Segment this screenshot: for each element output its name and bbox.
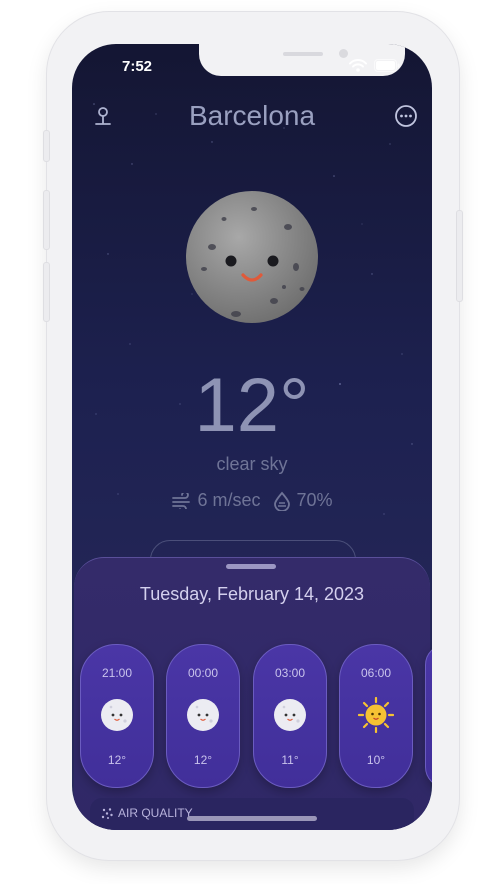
app-screen: 7:52 Barcelona 12° clear sky 6 m/sec 70%…	[72, 44, 432, 830]
hour-card[interactable]: 06:00 10°	[339, 644, 413, 788]
current-temperature: 12°	[194, 363, 310, 448]
wifi-icon	[349, 59, 367, 72]
forecast-date: Tuesday, February 14, 2023	[139, 584, 365, 604]
wind-icon	[172, 492, 191, 509]
mute-switch	[43, 130, 50, 162]
hour-time: 00:00	[187, 666, 219, 680]
hour-card[interactable]: 00:00 12°	[166, 644, 240, 788]
hour-temperature: 12°	[193, 753, 213, 767]
hour-card[interactable]: 03:00 11°	[253, 644, 327, 788]
moon-face-icon	[274, 699, 306, 731]
moon-face-icon	[101, 699, 133, 731]
status-time: 7:52	[122, 58, 153, 75]
humidity-value: 70%	[296, 490, 333, 510]
volume-down-button	[43, 262, 50, 322]
speaker-grille	[283, 52, 323, 56]
power-button	[456, 210, 463, 302]
hour-temperature: 12°	[107, 753, 127, 767]
volume-up-button	[43, 190, 50, 250]
weather-condition: clear sky	[216, 454, 288, 474]
battery-icon	[374, 59, 400, 72]
sun-face-icon	[358, 697, 394, 733]
wind-speed: 6 m/sec	[197, 490, 261, 510]
hour-card[interactable]: 21:00 12°	[80, 644, 154, 788]
humidity-icon	[273, 491, 290, 511]
moon-face-icon	[187, 699, 219, 731]
hour-temperature: 11°	[281, 753, 299, 767]
status-icons	[349, 59, 400, 72]
air-quality-icon	[101, 808, 113, 819]
city-name: Barcelona	[188, 100, 316, 131]
weather-stats: 6 m/sec 70%	[72, 490, 432, 511]
hour-temperature: 10°	[366, 753, 386, 767]
hour-time: 21:00	[101, 666, 133, 680]
sheet-drag-handle[interactable]	[226, 564, 276, 569]
hour-time: 06:00	[360, 666, 392, 680]
air-quality-card[interactable]: AIR QUALITY	[90, 798, 414, 830]
hour-time: 03:00	[274, 666, 306, 680]
front-camera	[339, 49, 348, 58]
air-quality-label: AIR QUALITY	[118, 806, 193, 820]
moon-face-icon	[186, 191, 318, 323]
hour-card-partial[interactable]	[425, 644, 432, 788]
more-circle-icon[interactable]	[393, 103, 419, 129]
home-indicator[interactable]	[187, 816, 317, 821]
forecast-sheet[interactable]: Tuesday, February 14, 2023 21:00 12° 00:…	[74, 557, 432, 830]
